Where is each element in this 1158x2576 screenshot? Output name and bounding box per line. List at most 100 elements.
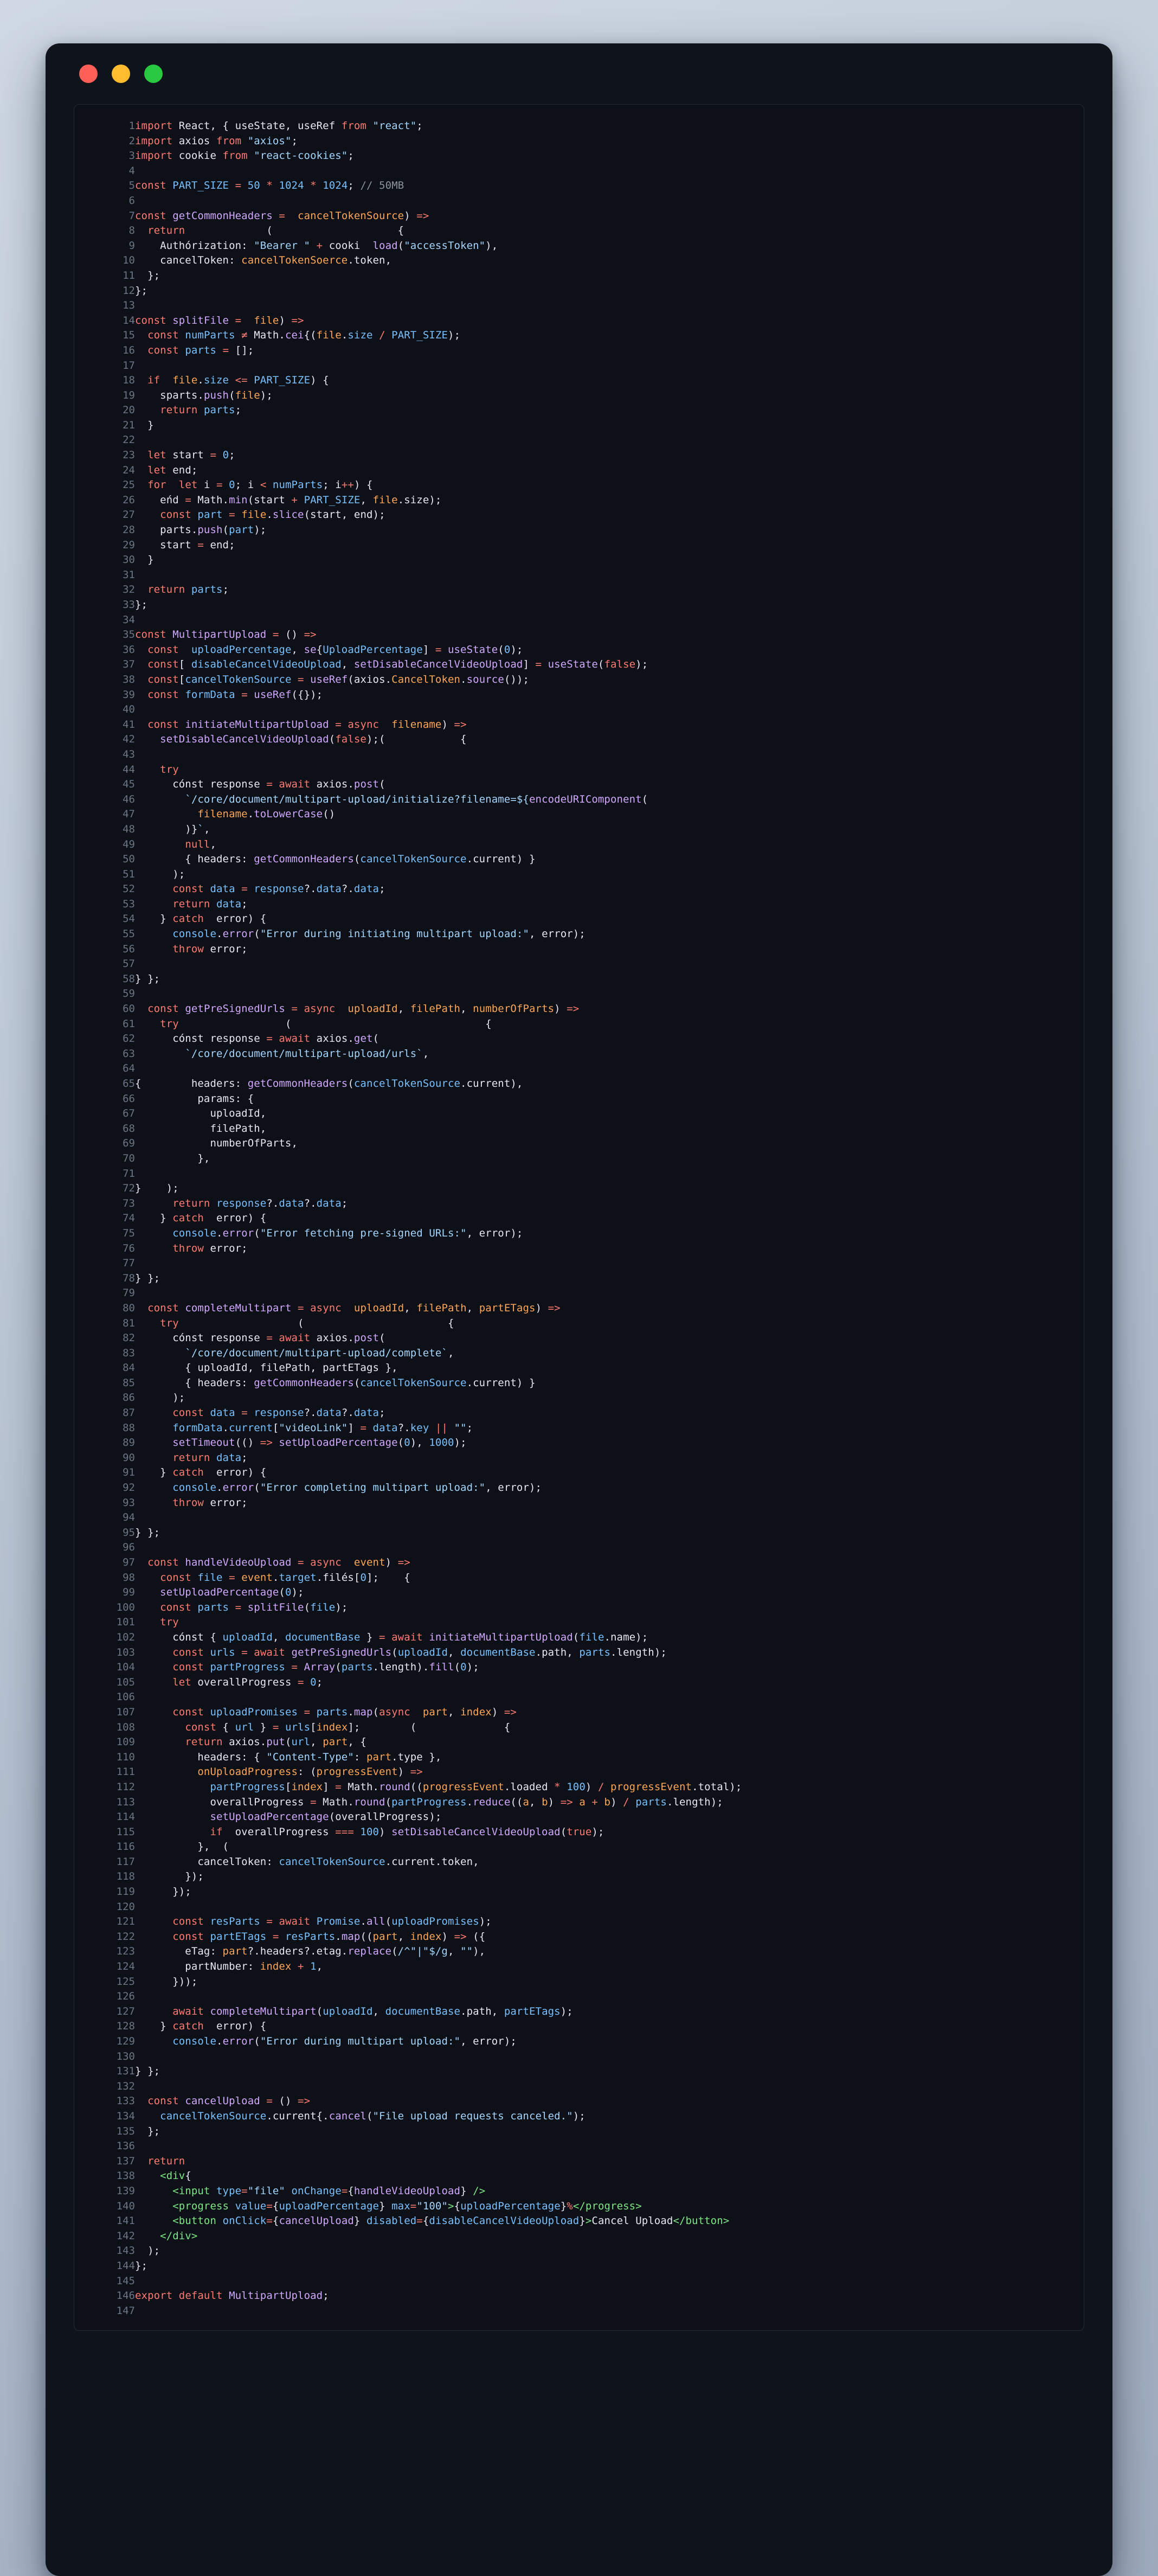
line-source: import React, { useState, useRef from "r…	[135, 120, 423, 132]
code-line: 146 export default MultipartUpload;	[74, 2289, 1084, 2304]
code-line: 98 const file = event.target.filés[0]; {	[74, 1571, 1084, 1586]
line-number: 20	[123, 404, 135, 416]
line-source	[135, 1900, 1084, 1915]
code-line: 80 const completeMultipart = async uploa…	[74, 1301, 1084, 1316]
line-source: const partProgress = Array(parts.length)…	[172, 1661, 479, 1674]
line-number: 117	[116, 1855, 135, 1868]
code-line: 83 `/core/document/multipart-upload/comp…	[74, 1346, 1084, 1361]
line-source: return parts;	[147, 584, 229, 596]
minimize-button[interactable]	[112, 65, 130, 83]
line-number: 106	[116, 1691, 135, 1703]
code-line: 53 return data;	[74, 897, 1084, 912]
line-number: 74	[123, 1212, 135, 1225]
code-line: 63 `/core/document/multipart-upload/urls…	[74, 1047, 1084, 1062]
code-line: 102 cónst { uploadId, documentBase } = a…	[74, 1630, 1084, 1645]
code-line: 49 null,	[74, 837, 1084, 853]
line-number: 86	[123, 1392, 135, 1404]
code-line: 74 } catch error) {	[74, 1211, 1084, 1226]
line-source: const resParts = await Promise.all(uploa…	[172, 1915, 492, 1928]
line-number: 72	[123, 1182, 135, 1195]
line-number: 76	[123, 1242, 135, 1254]
code-line: 16 const parts = [];	[74, 343, 1084, 358]
line-number: 18	[123, 374, 135, 387]
line-source	[135, 1510, 1084, 1526]
code-line: 36 const uploadPercentage, se{UploadPerc…	[74, 643, 1084, 658]
code-line: 97 const handleVideoUpload = async event…	[74, 1555, 1084, 1571]
code-line: 133 const cancelUpload = () =>	[74, 2094, 1084, 2109]
code-line: 76 throw error;	[74, 1241, 1084, 1257]
line-number: 83	[123, 1347, 135, 1359]
line-number: 22	[123, 434, 135, 446]
line-source: if overallProgress === 100) setDisableCa…	[210, 1825, 604, 1838]
code-line: 61 try ( {	[74, 1017, 1084, 1032]
line-number: 120	[116, 1900, 135, 1913]
code-table: 1 import React, { useState, useRef from "…	[74, 119, 1084, 2318]
line-number: 122	[116, 1930, 135, 1943]
line-source: <div{	[160, 2170, 191, 2182]
line-number: 27	[123, 509, 135, 521]
line-source: null,	[185, 838, 217, 850]
line-source: const getCommonHeaders = cancelTokenSour…	[135, 209, 429, 222]
line-source: });	[135, 1886, 191, 1898]
code-line: 59	[74, 986, 1084, 1002]
code-line: 21 }	[74, 418, 1084, 433]
line-source: await completeMultipart(uploadId, docume…	[172, 2005, 573, 2017]
line-number: 119	[116, 1886, 135, 1898]
line-source: Authórization: "Bearer " + cooki load("a…	[135, 239, 498, 252]
line-number: 73	[123, 1197, 135, 1209]
line-source: cónst response = await axios.post(	[135, 1332, 385, 1344]
code-line: 60 const getPreSignedUrls = async upload…	[74, 1002, 1084, 1017]
line-number: 111	[116, 1766, 135, 1778]
line-number: 47	[123, 808, 135, 821]
code-editor[interactable]: 1 import React, { useState, useRef from "…	[74, 104, 1084, 2331]
code-line: 125 }));	[74, 1975, 1084, 1990]
code-line: 12};	[74, 284, 1084, 299]
line-number: 69	[123, 1137, 135, 1150]
line-number: 50	[123, 853, 135, 866]
code-line: 42 setDisableCancelVideoUpload(false);( …	[74, 732, 1084, 747]
line-source	[135, 1690, 1084, 1705]
line-number: 21	[123, 419, 135, 431]
code-line: 24 let end;	[74, 463, 1084, 478]
line-source: } catch error) {	[135, 1466, 267, 1479]
line-number: 70	[123, 1152, 135, 1164]
line-number: 45	[123, 778, 135, 791]
code-line: 116 }, (	[74, 1840, 1084, 1855]
line-number: 116	[116, 1841, 135, 1853]
line-source: uploadId,	[135, 1107, 267, 1120]
line-source: const MultipartUpload = () =>	[135, 629, 317, 641]
code-line: 47 filename.toLowerCase()	[74, 807, 1084, 822]
line-source: }, (	[135, 1841, 229, 1853]
line-number: 85	[123, 1376, 135, 1389]
line-number: 142	[116, 2229, 135, 2242]
line-number: 52	[123, 883, 135, 895]
code-line: 85 { headers: getCommonHeaders(cancelTok…	[74, 1376, 1084, 1391]
code-line: 20 return parts;	[74, 403, 1084, 418]
line-source: console.error("Error completing multipar…	[172, 1482, 542, 1494]
line-number: 8	[128, 225, 135, 237]
code-line: 69 numberOfParts,	[74, 1136, 1084, 1151]
line-source: const completeMultipart = async uploadId…	[147, 1302, 561, 1314]
line-number: 132	[116, 2080, 135, 2092]
code-line: 26 eńd = Math.min(start + PART_SIZE, fil…	[74, 493, 1084, 508]
code-line: 135 };	[74, 2124, 1084, 2139]
line-source	[135, 1286, 1084, 1301]
code-line: 144};	[74, 2259, 1084, 2274]
code-line: 134 cancelTokenSource.current{.cancel("F…	[74, 2109, 1084, 2124]
line-source: }	[135, 554, 154, 566]
line-source	[135, 1061, 1084, 1076]
code-line: 64	[74, 1061, 1084, 1076]
line-number: 124	[116, 1960, 135, 1973]
window-titlebar	[46, 43, 1112, 104]
line-number: 5	[128, 180, 135, 192]
maximize-button[interactable]	[144, 65, 163, 83]
code-line: 33};	[74, 598, 1084, 613]
line-source: };	[135, 599, 148, 611]
line-number: 51	[123, 868, 135, 880]
close-button[interactable]	[79, 65, 98, 83]
line-source	[135, 747, 1084, 762]
line-source	[135, 986, 1084, 1002]
code-line: 105 let overallProgress = 0;	[74, 1675, 1084, 1690]
line-source: setTimeout(() => setUploadPercentage(0),…	[172, 1437, 467, 1449]
line-source: headers: { "Content-Type": part.type },	[135, 1751, 442, 1763]
